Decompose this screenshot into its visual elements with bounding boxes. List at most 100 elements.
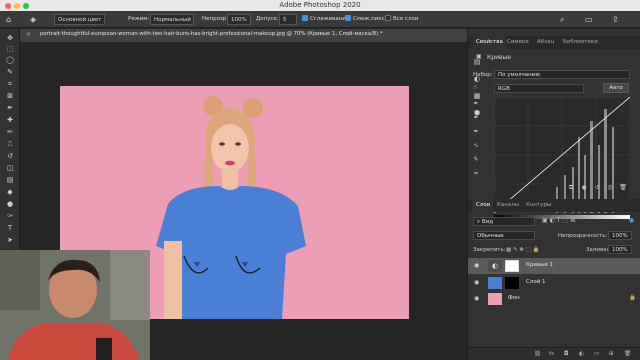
layer-name: Кривые 1 — [526, 262, 554, 268]
blur-tool-icon[interactable]: ◆ — [4, 187, 16, 197]
layer-row[interactable]: ◉ ◐ Кривые 1 — [468, 258, 640, 274]
all-layers-checkbox[interactable]: Все слои — [385, 14, 418, 25]
share-icon[interactable]: ⇪ — [612, 14, 619, 25]
brush-tool-icon[interactable]: ✏ — [4, 127, 16, 137]
paint-bucket-tool-icon[interactable]: ◈ — [30, 14, 36, 25]
tab-libraries[interactable]: Библиотеки — [560, 36, 601, 49]
eyedropper-tool-icon[interactable]: ✒ — [4, 103, 16, 113]
workspace-icon[interactable]: ▭ — [585, 14, 593, 25]
webcam-overlay — [0, 250, 150, 360]
window-title-bar: Adobe Photoshop 2020 — [0, 0, 640, 11]
group-icon[interactable]: ▭ — [594, 351, 599, 357]
properties-title: Кривые — [487, 54, 511, 61]
curve-points-icon[interactable]: ∿ — [471, 141, 481, 151]
layer-filter-dropdown[interactable]: ⌕ Вид — [473, 217, 535, 226]
checkbox-checked-icon — [345, 15, 351, 21]
search-icon[interactable]: ⌕ — [560, 14, 564, 25]
layer-row[interactable]: ◉ Слой 1 — [468, 275, 640, 291]
clone-stamp-tool-icon[interactable]: ⎍ — [4, 139, 16, 149]
close-tab-icon[interactable]: × — [26, 31, 31, 38]
layers-footer: ⛓ fx ◘ ◐ ▭ ⊞ 🗑 — [468, 347, 640, 360]
delete-adjustment-icon[interactable]: 🗑 — [618, 183, 628, 193]
fx-icon[interactable]: fx — [549, 351, 554, 357]
layer-name: Фон — [508, 295, 520, 301]
history-brush-tool-icon[interactable]: ↺ — [4, 151, 16, 161]
layer-opacity-input[interactable]: 100% — [608, 231, 632, 240]
lock-label: Закрепить: — [473, 247, 506, 253]
eyedropper-white-icon[interactable]: ✒ — [471, 127, 481, 137]
layer-mask-thumbnail[interactable] — [505, 277, 519, 289]
tab-properties[interactable]: Свойства — [473, 36, 506, 49]
gradient-tool-icon[interactable]: ▤ — [4, 175, 16, 185]
tolerance-label: Допуск: — [256, 16, 279, 22]
view-previous-icon[interactable]: ◉ — [579, 183, 589, 193]
adjustment-icon[interactable]: ◐ — [579, 351, 584, 357]
curves-layer-icon: ◐ — [488, 260, 502, 272]
document-tab[interactable]: × portrait-thoughtful-european-woman-wit… — [20, 29, 467, 42]
blend-mode-select[interactable]: Обычные — [473, 231, 535, 240]
eyedropper-gray-icon[interactable]: ✒ — [471, 113, 481, 123]
tab-layers[interactable]: Слои — [473, 199, 494, 212]
lock-icons[interactable]: ▦ ✎ ✥ ⬚ 🔒 — [506, 247, 539, 253]
tab-paragraph[interactable]: Абзац — [534, 36, 557, 49]
document-tab-bar: × portrait-thoughtful-european-woman-wit… — [20, 29, 467, 42]
dodge-tool-icon[interactable]: ● — [4, 199, 16, 209]
link-icon[interactable]: ⛓ — [534, 351, 541, 357]
antialias-checkbox[interactable]: Сглаживание — [302, 14, 349, 25]
curves-graph[interactable] — [494, 97, 630, 213]
eyedropper-black-icon[interactable]: ✒ — [471, 99, 481, 109]
mask-icon[interactable]: ◘ — [564, 351, 568, 357]
presenter-video-illustration — [0, 250, 150, 360]
eye-icon[interactable]: ◉ — [474, 262, 479, 269]
path-select-tool-icon[interactable]: ➤ — [4, 235, 16, 245]
home-icon[interactable]: ⌂ — [6, 14, 11, 25]
filter-type-icons[interactable]: ▣ ◐ T ⬚ ⌘ — [542, 217, 576, 224]
layer-mask-thumbnail[interactable] — [505, 260, 519, 272]
auto-button[interactable]: Авто — [603, 83, 629, 93]
blend-mode-dropdown[interactable]: Нормальный — [150, 14, 194, 25]
new-layer-icon[interactable]: ⊞ — [609, 351, 614, 357]
lock-icon: 🔒 — [629, 295, 636, 301]
layer-thumbnail — [488, 293, 502, 305]
crop-tool-icon[interactable]: ⌗ — [4, 79, 16, 89]
options-bar: ⌂ ◈ Основной цвет Режим: Нормальный Непр… — [0, 11, 640, 28]
document-tab-title: portrait-thoughtful-european-woman-with-… — [40, 31, 383, 37]
trash-icon[interactable]: 🗑 — [624, 351, 631, 357]
frame-tool-icon[interactable]: ⊠ — [4, 91, 16, 101]
fill-input[interactable]: 100% — [608, 245, 632, 254]
tab-paths[interactable]: Контуры — [523, 199, 554, 212]
contiguous-checkbox[interactable]: Смеж.пикс — [345, 14, 385, 25]
eraser-tool-icon[interactable]: ◫ — [4, 163, 16, 173]
marquee-tool-icon[interactable]: ⬚ — [4, 44, 16, 54]
curve-pencil-icon[interactable]: ✎ — [471, 155, 481, 165]
tolerance-input[interactable]: 5 — [279, 14, 297, 25]
healing-brush-tool-icon[interactable]: ✚ — [4, 115, 16, 125]
pen-tool-icon[interactable]: ✑ — [4, 211, 16, 221]
curves-adjust-icon: ▣ — [476, 53, 482, 60]
eye-icon[interactable]: ◉ — [474, 279, 479, 286]
filter-toggle-icon[interactable]: ● — [629, 217, 634, 224]
eye-icon[interactable]: ◉ — [474, 295, 479, 302]
layer-opacity-label: Непрозрачность: — [558, 233, 608, 239]
layer-row[interactable]: ◉ Фон 🔒 — [468, 291, 640, 307]
clip-to-layer-icon[interactable]: ⧉ — [566, 183, 576, 193]
window-title: Adobe Photoshop 2020 — [279, 1, 361, 9]
checkbox-checked-icon — [302, 15, 308, 21]
preset-dropdown[interactable]: По умолчанию — [494, 70, 630, 79]
properties-tabs: Свойства Символ Абзац Библиотеки — [468, 36, 640, 49]
layer-name: Слой 1 — [526, 279, 546, 285]
opacity-input[interactable]: 100% — [227, 14, 251, 25]
move-tool-icon[interactable]: ✥ — [4, 33, 16, 43]
tab-character[interactable]: Символ — [504, 36, 532, 49]
tab-channels[interactable]: Каналы — [494, 199, 522, 212]
reset-icon[interactable]: ↺ — [592, 183, 602, 193]
fill-source-dropdown[interactable]: Основной цвет — [54, 14, 106, 25]
visibility-icon[interactable]: ◎ — [605, 183, 615, 193]
quick-select-tool-icon[interactable]: ✎ — [4, 67, 16, 77]
curve-smooth-icon[interactable]: ≈ — [471, 169, 481, 179]
mode-label: Режим: — [128, 16, 150, 22]
lasso-tool-icon[interactable]: ◯ — [4, 55, 16, 65]
type-tool-icon[interactable]: T — [4, 223, 16, 233]
target-adjust-icon[interactable]: ☝ — [470, 83, 480, 93]
channel-dropdown[interactable]: RGB — [494, 84, 584, 93]
